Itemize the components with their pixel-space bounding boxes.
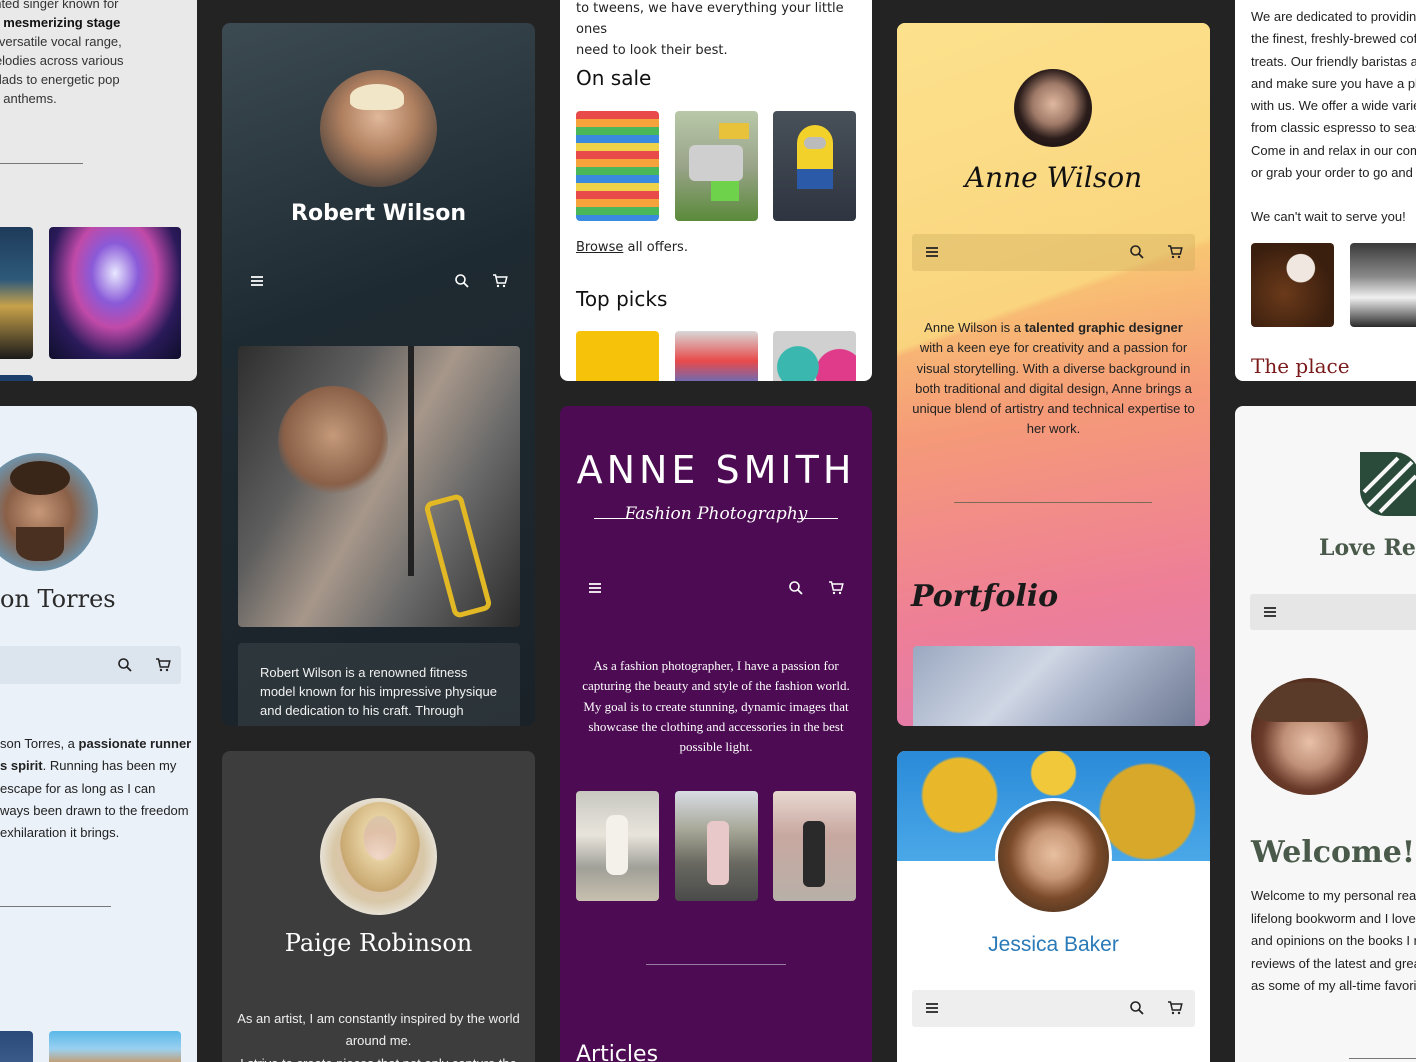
bio-text: As an artist, I am constantly inspired b… [237,1011,520,1062]
gallery-photo-street[interactable] [773,791,856,901]
cart-icon[interactable] [826,578,846,598]
cart-icon[interactable] [153,655,173,675]
gallery-photo-partial-left[interactable] [0,1031,33,1062]
browse-link[interactable]: Browse [576,240,623,255]
bio-text: As a fashion photographer, I have a pass… [582,658,850,755]
menu-icon[interactable] [922,998,942,1018]
avatar [320,798,437,915]
search-icon[interactable] [786,578,806,598]
logo-leaf-icon [1360,452,1416,516]
navbar [0,646,181,684]
menu-icon[interactable] [922,242,942,262]
card-anne-smith[interactable]: ANNE SMITH Fashion Photography As a fash… [560,406,872,1062]
singer-bio: r is a talented singer known for voice a… [0,0,124,106]
section-heading-the-place: The place [1251,354,1350,378]
browse-rest-text: all offers. [623,240,688,255]
navbar [237,263,520,299]
cart-icon[interactable] [490,271,510,291]
portfolio-photo-abstract[interactable] [913,646,1195,726]
product-photo-toy-house[interactable] [675,331,758,381]
product-photo-stacking-toy[interactable] [576,111,659,221]
menu-icon[interactable] [585,578,605,598]
divider [0,906,111,907]
section-heading-articles: Articles [576,1042,659,1062]
divider [1349,1058,1416,1059]
brand-name: ANNE SMITH [576,448,856,492]
cart-icon[interactable] [1165,242,1185,262]
photo-espresso-machine[interactable] [1350,243,1416,327]
avatar [1251,678,1368,795]
section-heading-top-picks: Top picks [576,287,668,311]
welcome-text: Welcome to my personal read lifelong boo… [1251,888,1416,993]
browse-offers-line: Browse all offers. [576,240,688,255]
divider [646,964,786,965]
search-icon[interactable] [115,655,135,675]
card-kids-shop[interactable]: to tweens, we have everything your littl… [560,0,872,381]
brand-tagline: Fashion Photography [624,504,808,524]
avatar [1014,69,1092,147]
profile-name: Paige Robinson [284,929,473,957]
profile-name: Robert Wilson [291,201,466,226]
screenshot-canvas: r is a talented singer known for voice a… [0,0,1416,1062]
section-heading-on-sale: On sale [576,66,652,90]
search-icon[interactable] [452,271,472,291]
card-paige-robinson[interactable]: Paige Robinson As an artist, I am consta… [222,751,535,1062]
profile-name: Jessica Baker [988,933,1119,956]
card-robert-wilson[interactable]: Robert Wilson Robert Wilson is a renowne… [222,23,535,726]
avatar [320,70,437,187]
search-icon[interactable] [1127,998,1147,1018]
card-love-reading[interactable]: Love Rea Welcome! Welcome to my personal… [1235,406,1416,1062]
section-heading-welcome: Welcome! [1251,835,1416,870]
bio-box: Robert Wilson is a renowned fitness mode… [238,643,520,726]
navbar [575,570,857,607]
bio-text: Anne Wilson is a talented graphic design… [912,320,1195,437]
navbar [1250,594,1416,630]
card-anne-wilson[interactable]: Anne Wilson Anne Wilson is a talented gr… [897,23,1210,726]
card-torres[interactable]: on Torres son Torres, a passionate runne… [0,406,197,1062]
profile-name: Anne Wilson [964,161,1143,194]
card-coffee-shop[interactable]: We are dedicated to providing the finest… [1235,0,1416,381]
section-heading-portfolio: Portfolio [911,579,1059,614]
bio-text: son Torres, a passionate runner s spirit… [0,736,192,841]
card-jessica-baker[interactable]: Jessica Baker [897,751,1210,1062]
gallery-photo-city-street[interactable] [49,1031,181,1062]
product-photo-yarn-balls[interactable] [773,331,856,381]
menu-icon[interactable] [1260,602,1280,622]
menu-icon[interactable] [247,271,267,291]
hero-photo-fitness[interactable] [238,346,520,627]
gallery-photo-beach[interactable] [576,791,659,901]
divider [954,502,1152,503]
photo-coffee-beans[interactable] [1251,243,1334,327]
tagline-rule-right [798,518,838,519]
gallery-photo-concert-crowd[interactable] [0,227,33,359]
product-photo-yellow[interactable] [576,331,659,381]
product-photo-toy-truck[interactable] [675,111,758,221]
navbar [912,990,1195,1027]
cart-icon[interactable] [1165,998,1185,1018]
gallery-photo-road[interactable] [675,791,758,901]
navbar [912,234,1195,271]
profile-name: on Torres [0,585,116,613]
site-title: Love Rea [1319,535,1416,561]
coffee-intro: We are dedicated to providing the finest… [1251,9,1416,225]
shop-intro: to tweens, we have everything your littl… [576,1,844,58]
avatar [0,453,98,571]
divider [0,163,83,164]
card-singer[interactable]: r is a talented singer known for voice a… [0,0,197,381]
product-photo-minion-figure[interactable] [773,111,856,221]
avatar [995,798,1112,915]
gallery-photo-partial[interactable] [0,375,33,381]
gallery-photo-concert-lights[interactable] [49,227,181,359]
search-icon[interactable] [1127,242,1147,262]
